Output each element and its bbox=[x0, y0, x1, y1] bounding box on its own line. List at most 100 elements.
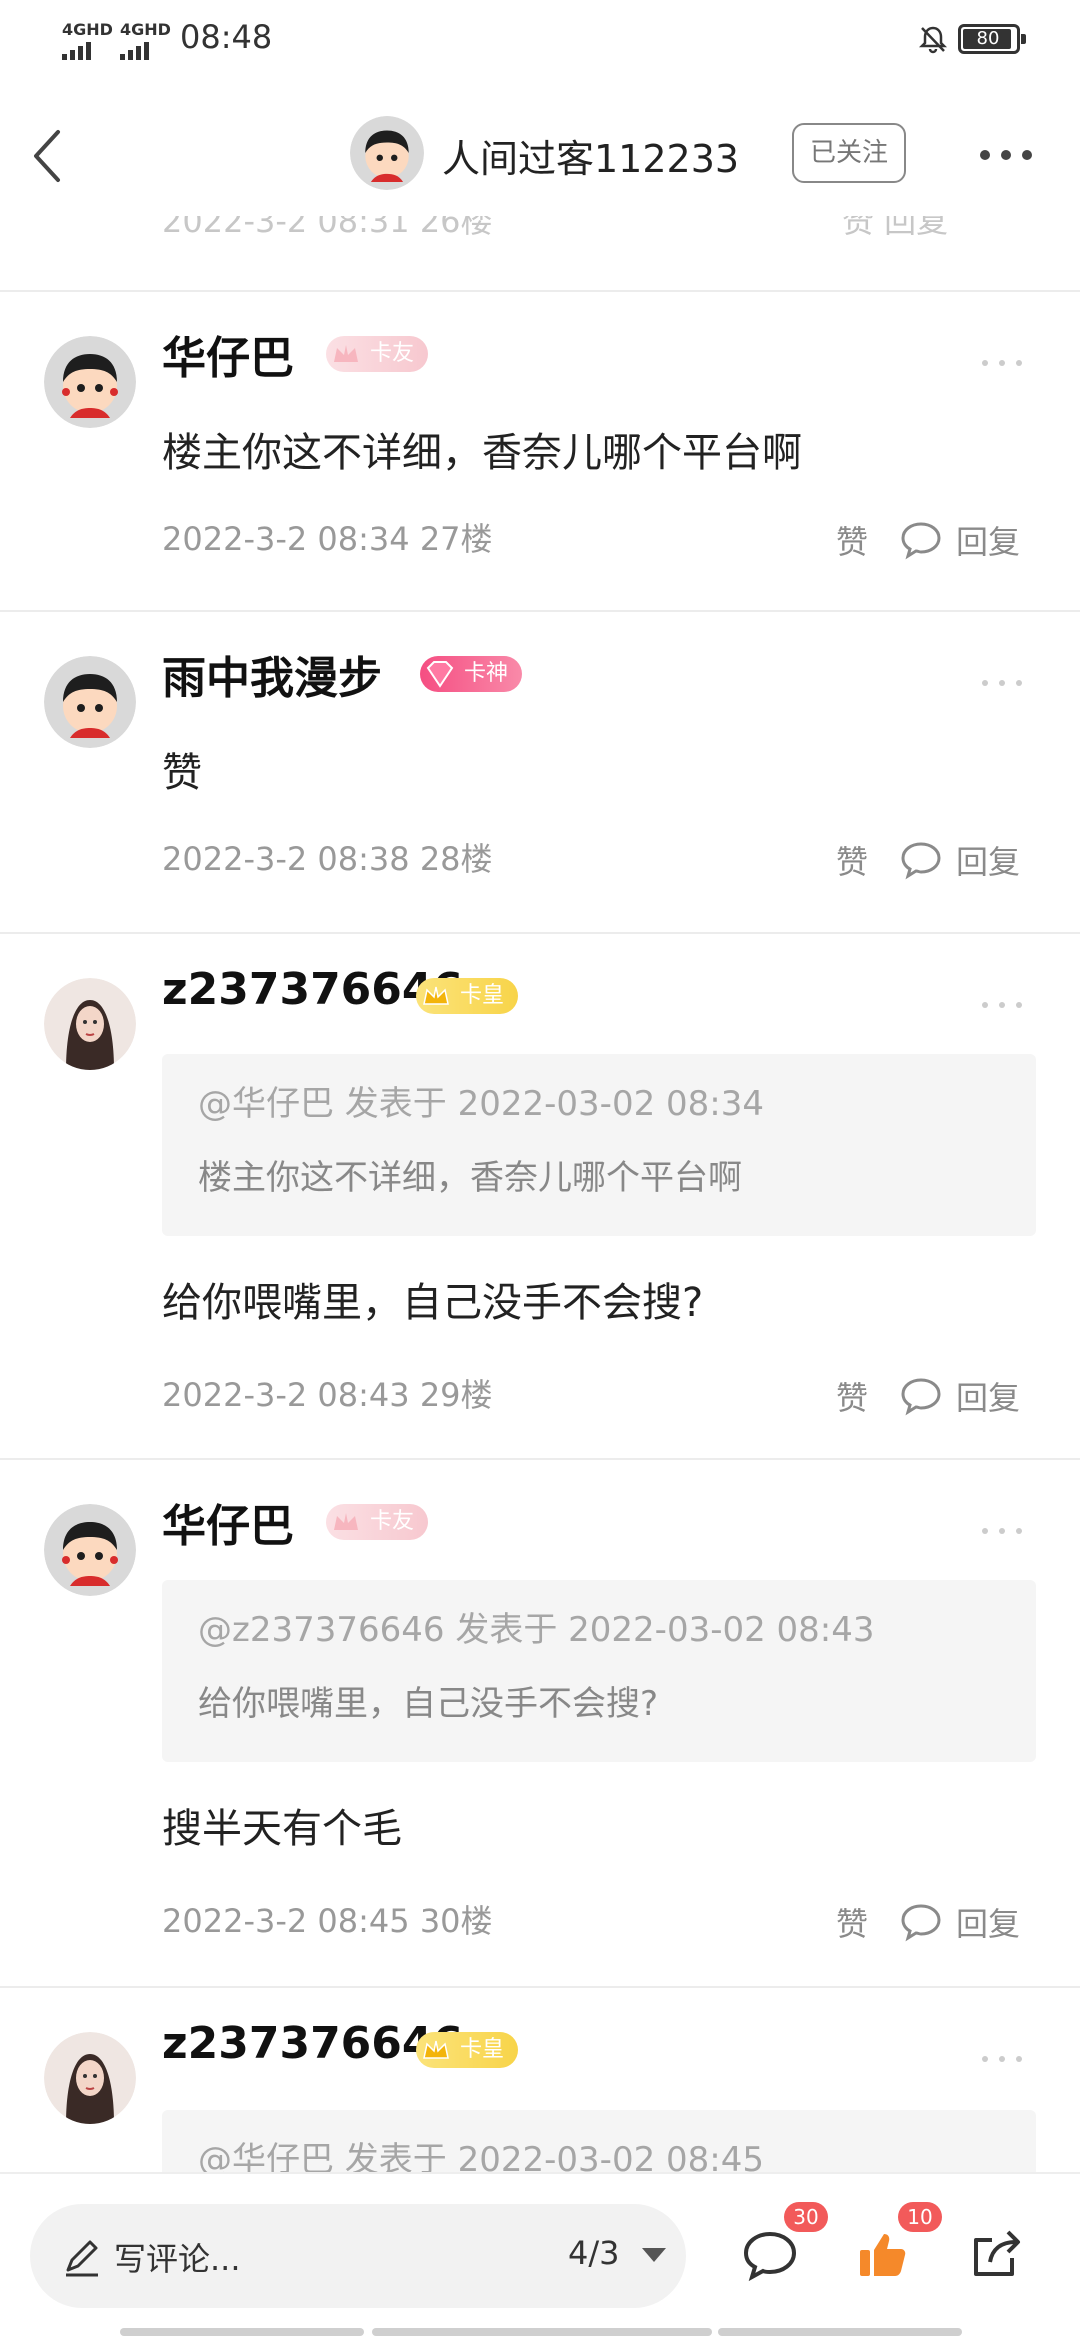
crown-icon bbox=[334, 345, 358, 362]
quoted-comment[interactable]: @华仔巴 发表于 2022-03-02 08:45 bbox=[162, 2110, 1036, 2172]
network-label-2: 4GHD bbox=[120, 20, 171, 39]
comment-placeholder: 写评论... bbox=[114, 2240, 241, 2278]
level-badge: 卡神 bbox=[420, 656, 523, 692]
comment-item: 华仔巴 卡友 楼主你这不详细，香奈儿哪个平台啊 2022-3-2 08:34 2… bbox=[0, 292, 1080, 610]
clock: 08:48 bbox=[180, 18, 273, 56]
comment-more-icon[interactable] bbox=[980, 1526, 1024, 1536]
like-button[interactable]: 赞 bbox=[836, 517, 868, 563]
username[interactable]: 华仔巴 bbox=[162, 322, 294, 386]
comment-text: 赞 bbox=[162, 750, 202, 796]
reply-button[interactable]: 回复 bbox=[956, 517, 1020, 563]
thread-author-name[interactable]: 人间过客112233 bbox=[442, 128, 739, 183]
like-button[interactable]: 赞 bbox=[836, 837, 868, 883]
comment-item: 华仔巴 卡友 @z237376646 发表于 2022-03-02 08:43 … bbox=[0, 1460, 1080, 1986]
status-bar: 4GHD 4GHD 08:48 80 bbox=[0, 0, 1080, 76]
quote-header: @华仔巴 发表于 2022-03-02 08:34 bbox=[198, 1084, 764, 1124]
comment-text: 给你喂嘴里，自己没手不会搜? bbox=[162, 1280, 704, 1326]
comment-icon[interactable] bbox=[900, 1902, 942, 1942]
comment-more-icon[interactable] bbox=[980, 2054, 1024, 2064]
battery-level: 80 bbox=[976, 28, 1000, 49]
level-badge: 卡皇 bbox=[416, 2032, 519, 2068]
comment-actions: 赞 回复 bbox=[836, 1374, 1020, 1418]
crown-icon bbox=[334, 1513, 358, 1530]
comment-text: 楼主你这不详细，香奈儿哪个平台啊 bbox=[162, 430, 802, 476]
badge-label: 卡皇 bbox=[460, 2037, 505, 2062]
comment-floor: 27楼 bbox=[419, 520, 493, 558]
like-count-badge: 10 bbox=[898, 2202, 942, 2232]
partial-actions[interactable]: 赞 回复 bbox=[842, 216, 948, 242]
comment-actions: 赞 回复 bbox=[836, 518, 1020, 562]
crown-icon bbox=[423, 2040, 449, 2059]
bottom-action-bar: 写评论... 4/3 30 10 bbox=[0, 2172, 1080, 2340]
reply-button[interactable]: 回复 bbox=[956, 1373, 1020, 1419]
avatar[interactable] bbox=[44, 978, 136, 1070]
comment-more-icon[interactable] bbox=[980, 358, 1024, 368]
diamond-icon bbox=[426, 661, 454, 688]
more-icon[interactable] bbox=[978, 148, 1034, 162]
comment-input[interactable]: 写评论... 4/3 bbox=[30, 2204, 686, 2308]
comment-item: z237376646 卡皇 @华仔巴 发表于 2022-03-02 08:34 … bbox=[0, 934, 1080, 1458]
badge-label: 卡神 bbox=[464, 661, 509, 686]
network-indicator-1: 4GHD bbox=[62, 22, 113, 60]
comment-time: 2022-3-2 08:38 bbox=[162, 840, 410, 878]
nav-gesture-bar bbox=[372, 2328, 712, 2336]
comment-meta: 2022-3-2 08:38 28楼 bbox=[162, 834, 493, 880]
comment-count-badge: 30 bbox=[784, 2202, 828, 2232]
badge-label: 卡皇 bbox=[460, 983, 505, 1008]
comment-floor: 30楼 bbox=[419, 1902, 493, 1940]
comment-time: 2022-3-2 08:45 bbox=[162, 1902, 410, 1940]
bell-off-icon bbox=[918, 26, 948, 54]
comment-text: 搜半天有个毛 bbox=[162, 1806, 402, 1852]
comment-item: 雨中我漫步 卡神 赞 2022-3-2 08:38 28楼 赞 回复 bbox=[0, 612, 1080, 932]
comment-floor: 28楼 bbox=[419, 840, 493, 878]
avatar[interactable] bbox=[44, 1504, 136, 1596]
avatar[interactable] bbox=[44, 336, 136, 428]
comment-floor: 29楼 bbox=[419, 1376, 493, 1414]
comment-icon[interactable] bbox=[740, 2224, 800, 2284]
page-indicator[interactable]: 4/3 bbox=[568, 2234, 620, 2272]
quoted-comment[interactable]: @z237376646 发表于 2022-03-02 08:43 给你喂嘴里，自… bbox=[162, 1580, 1036, 1762]
comment-icon[interactable] bbox=[900, 840, 942, 880]
avatar[interactable] bbox=[44, 656, 136, 748]
quote-header: @z237376646 发表于 2022-03-02 08:43 bbox=[198, 1610, 875, 1650]
badge-label: 卡友 bbox=[370, 341, 415, 366]
comment-time: 2022-3-2 08:34 bbox=[162, 520, 410, 558]
reply-button[interactable]: 回复 bbox=[956, 1899, 1020, 1945]
comment-icon[interactable] bbox=[900, 520, 942, 560]
username[interactable]: 华仔巴 bbox=[162, 1490, 294, 1554]
pen-icon bbox=[66, 2240, 98, 2277]
quote-header: @华仔巴 发表于 2022-03-02 08:45 bbox=[198, 2140, 764, 2172]
quote-text: 楼主你这不详细，香奈儿哪个平台啊 bbox=[198, 1158, 742, 1198]
comment-actions: 赞 回复 bbox=[836, 838, 1020, 882]
battery-indicator: 80 bbox=[958, 24, 1026, 54]
comment-time: 2022-3-2 08:43 bbox=[162, 1376, 410, 1414]
partial-time-floor: 2022-3-2 08:31 26楼 bbox=[162, 216, 493, 240]
back-icon[interactable] bbox=[26, 126, 70, 186]
comment-more-icon[interactable] bbox=[980, 678, 1024, 688]
comment-meta: 2022-3-2 08:43 29楼 bbox=[162, 1370, 493, 1416]
quoted-comment[interactable]: @华仔巴 发表于 2022-03-02 08:34 楼主你这不详细，香奈儿哪个平… bbox=[162, 1054, 1036, 1236]
comment-actions: 赞 回复 bbox=[836, 1900, 1020, 1944]
chevron-down-icon[interactable] bbox=[642, 2248, 666, 2264]
level-badge: 卡友 bbox=[326, 336, 429, 372]
share-icon[interactable] bbox=[968, 2224, 1028, 2284]
partial-comment-row: 2022-3-2 08:31 26楼 赞 回复 bbox=[0, 216, 1080, 290]
like-button[interactable]: 赞 bbox=[836, 1899, 868, 1945]
comment-icon[interactable] bbox=[900, 1376, 942, 1416]
network-indicator-2: 4GHD bbox=[120, 22, 171, 60]
username[interactable]: 雨中我漫步 bbox=[162, 642, 382, 706]
follow-button[interactable]: 已关注 bbox=[792, 123, 906, 183]
nav-gesture-bar bbox=[120, 2328, 364, 2336]
level-badge: 卡皇 bbox=[416, 978, 519, 1014]
network-label-1: 4GHD bbox=[62, 20, 113, 39]
quote-text: 给你喂嘴里，自己没手不会搜? bbox=[198, 1684, 659, 1724]
level-badge: 卡友 bbox=[326, 1504, 429, 1540]
thumbs-up-icon[interactable] bbox=[854, 2224, 914, 2284]
comment-meta: 2022-3-2 08:45 30楼 bbox=[162, 1896, 493, 1942]
reply-button[interactable]: 回复 bbox=[956, 837, 1020, 883]
author-avatar[interactable] bbox=[350, 116, 424, 190]
crown-icon bbox=[423, 986, 449, 1005]
like-button[interactable]: 赞 bbox=[836, 1373, 868, 1419]
comment-more-icon[interactable] bbox=[980, 1000, 1024, 1010]
avatar[interactable] bbox=[44, 2032, 136, 2124]
